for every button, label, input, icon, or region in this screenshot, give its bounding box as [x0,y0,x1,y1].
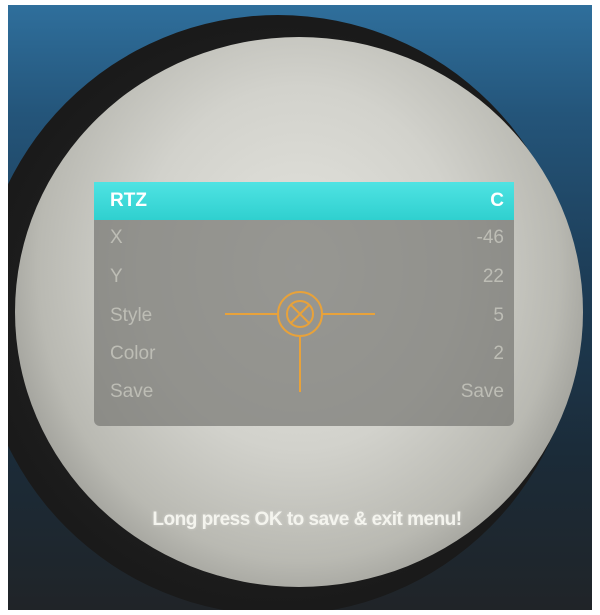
menu-item-label: RTZ [110,190,147,211]
display-screen: RTZ C X -46 Y 22 Style 5 Color 2 Save Sa… [15,37,583,587]
crosshair-reticle-icon [225,291,375,392]
menu-item-x[interactable]: X -46 [94,220,514,256]
menu-item-label: X [110,227,123,248]
save-hint-text: Long press OK to save & exit menu! [152,509,462,530]
menu-item-value: Save [460,381,504,402]
menu-item-label: Style [110,305,153,326]
menu-item-value: C [490,190,504,211]
menu-item-value: 2 [493,343,504,364]
device-photo: RTZ C X -46 Y 22 Style 5 Color 2 Save Sa… [8,5,592,610]
menu-item-value: 22 [482,266,504,287]
menu-item-value: 5 [493,305,504,326]
menu-item-label: Y [110,266,123,287]
menu-item-label: Color [110,343,156,364]
menu-item-value: -46 [476,227,504,248]
menu-item-label: Save [110,381,154,402]
menu-item-rtz[interactable]: RTZ C [94,182,514,220]
